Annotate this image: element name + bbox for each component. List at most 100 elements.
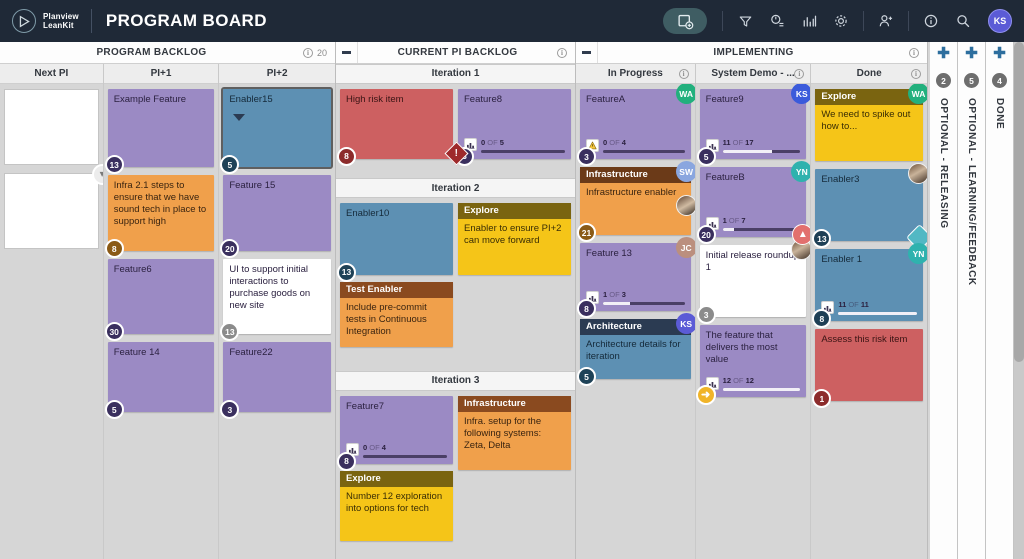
sublane-header[interactable]: Donei	[811, 64, 927, 84]
card-title: Infra 2.1 steps to ensure that we have s…	[114, 180, 209, 228]
card[interactable]: ArchitectureArchitecture details for ite…	[580, 319, 691, 379]
card-type-header: Explore	[340, 471, 453, 487]
expand-lane-icon[interactable]: ✚	[937, 47, 950, 61]
card-avatar[interactable]: KS	[676, 313, 695, 334]
iteration-header[interactable]: Iteration 3	[336, 371, 575, 391]
sublane-header[interactable]: In Progressi	[576, 64, 695, 84]
info-icon[interactable]: i	[679, 69, 689, 79]
card-type-header: Explore	[815, 89, 923, 105]
collapsed-lane-optional-releasing[interactable]: ✚2OPTIONAL - RELEASING	[930, 42, 958, 559]
card-progress: 1 OF 7	[706, 212, 801, 231]
scrollbar-thumb[interactable]	[1014, 42, 1024, 362]
sublane-pi-plus-2: PI+2 Enabler155 Feature 1520 UI to support …	[219, 64, 335, 559]
card[interactable]: Feature 131 OF 38JC	[580, 243, 691, 311]
iteration-header[interactable]: Iteration 2	[336, 178, 575, 198]
card-avatar[interactable]: WA	[908, 84, 927, 104]
progress-track	[363, 455, 447, 458]
card[interactable]: Feature 1520	[223, 175, 331, 251]
card[interactable]: Feature630	[108, 259, 215, 334]
card-avatar-photo[interactable]	[908, 163, 927, 184]
collapsed-lane-optional-learning-feedback[interactable]: ✚5OPTIONAL - LEARNING/FEEDBACK	[958, 42, 986, 559]
ready-arrow-badge-icon[interactable]: ➜	[696, 385, 716, 405]
card[interactable]: InfrastructureInfrastructure enabler21SW	[580, 167, 691, 235]
card-points-badge: 20	[220, 239, 239, 258]
card-avatar[interactable]: YN	[791, 161, 810, 182]
card[interactable]: Enabler313	[815, 169, 923, 241]
filter-icon[interactable]	[730, 6, 760, 36]
card-avatar[interactable]: JC	[676, 237, 695, 258]
sublane-header[interactable]: System Demo - ...i	[696, 64, 811, 84]
card[interactable]: InfrastructureInfra. setup for the follo…	[458, 396, 571, 470]
card[interactable]: UI to support initial interactions to pu…	[223, 259, 331, 334]
expand-lane-icon[interactable]: ✚	[965, 47, 978, 61]
info-icon[interactable]: i	[557, 48, 567, 58]
card[interactable]: Infra 2.1 steps to ensure that we have s…	[108, 175, 215, 251]
card[interactable]: Enabler 111 OF 118YN	[815, 249, 923, 321]
info-icon[interactable]: i	[303, 48, 313, 58]
empty-card[interactable]	[4, 89, 99, 165]
card[interactable]: ExploreNumber 12 exploration into option…	[340, 471, 453, 541]
iteration-column: Enabler1013 Test EnablerInclude pre-commi…	[340, 203, 453, 366]
card-points-badge: 5	[697, 147, 716, 166]
iteration-header[interactable]: Iteration 1	[336, 64, 575, 84]
card-avatar[interactable]: SW	[676, 161, 695, 182]
iteration-label: Iteration 2	[432, 183, 480, 194]
nav-separator	[908, 11, 909, 31]
card[interactable]: Example Feature13	[108, 89, 215, 167]
card-title: Enabler3	[821, 174, 917, 186]
card[interactable]: Initial release roundup 13	[700, 245, 807, 317]
card-avatar[interactable]: KS	[791, 84, 810, 104]
card[interactable]: Test EnablerInclude pre-commit tests in …	[340, 282, 453, 347]
card[interactable]: Feature 145	[108, 342, 215, 412]
collapsed-lane-done-lane[interactable]: ✚4DONE	[986, 42, 1014, 559]
card-avatar[interactable]: YN	[908, 243, 927, 264]
expand-lane-icon[interactable]: ✚	[993, 47, 1006, 61]
info-icon[interactable]: i	[909, 48, 919, 58]
card[interactable]: The feature that delivers the most value…	[700, 325, 807, 397]
card[interactable]: FeatureA0 OF 43WA	[580, 89, 691, 159]
card[interactable]: Enabler155	[223, 89, 331, 167]
card[interactable]: High risk item8!	[340, 89, 453, 159]
card[interactable]: ExploreEnabler to ensure PI+2 can move f…	[458, 203, 571, 275]
sublane-header[interactable]: PI+2	[219, 64, 335, 84]
collapse-lane-button[interactable]	[576, 42, 598, 63]
chevron-down-icon[interactable]	[233, 114, 245, 121]
card-points-badge: 21	[577, 223, 596, 242]
collapsed-lane-label: DONE	[994, 98, 1005, 129]
card[interactable]: Feature80 OF 53	[458, 89, 571, 159]
card-progress: 1 OF 3	[586, 286, 685, 305]
lane-header-meta: i	[557, 48, 575, 58]
card[interactable]: ExploreWe need to spike out how to...WA	[815, 89, 923, 161]
info-icon[interactable]	[916, 6, 946, 36]
brand-logo[interactable]: Planview LeanKit	[12, 9, 79, 33]
sublane-header[interactable]: PI+1	[104, 64, 219, 84]
iteration-body: Feature70 OF 48 ExploreNumber 12 explorat…	[336, 391, 575, 559]
card[interactable]: Enabler1013	[340, 203, 453, 275]
info-icon[interactable]: i	[911, 69, 921, 79]
avatar[interactable]: KS	[988, 9, 1012, 33]
info-icon[interactable]: i	[794, 69, 804, 79]
progress-label: 0 OF 4	[603, 137, 685, 149]
empty-card[interactable]	[4, 173, 99, 249]
progress-label: 11 OF 17	[723, 137, 801, 149]
search-icon[interactable]	[948, 6, 978, 36]
timer-icon[interactable]	[762, 6, 792, 36]
card[interactable]: FeatureB1 OF 720YN▲	[700, 167, 807, 237]
blocked-up-badge-icon[interactable]: ▲	[792, 224, 810, 245]
card-avatar[interactable]: WA	[676, 84, 695, 104]
collapse-lane-button[interactable]	[336, 42, 358, 63]
lane-card-count: 20	[317, 48, 327, 58]
board-add-icon[interactable]	[663, 8, 707, 34]
card-avatar-photo[interactable]	[676, 195, 695, 216]
card[interactable]: Feature911 OF 175KS	[700, 89, 807, 159]
card[interactable]: Assess this risk item1	[815, 329, 923, 401]
vertical-scrollbar[interactable]	[1014, 42, 1024, 559]
add-user-icon[interactable]	[871, 6, 901, 36]
sublane-body: ▾	[0, 84, 103, 559]
sublane-header[interactable]: Next PI	[0, 64, 103, 84]
gear-icon[interactable]	[826, 6, 856, 36]
lane-program-backlog: PROGRAM BACKLOGi20Next PI▾PI+1Example Fe…	[0, 42, 336, 559]
analytics-icon[interactable]	[794, 6, 824, 36]
card[interactable]: Feature223	[223, 342, 331, 412]
card[interactable]: Feature70 OF 48	[340, 396, 453, 464]
